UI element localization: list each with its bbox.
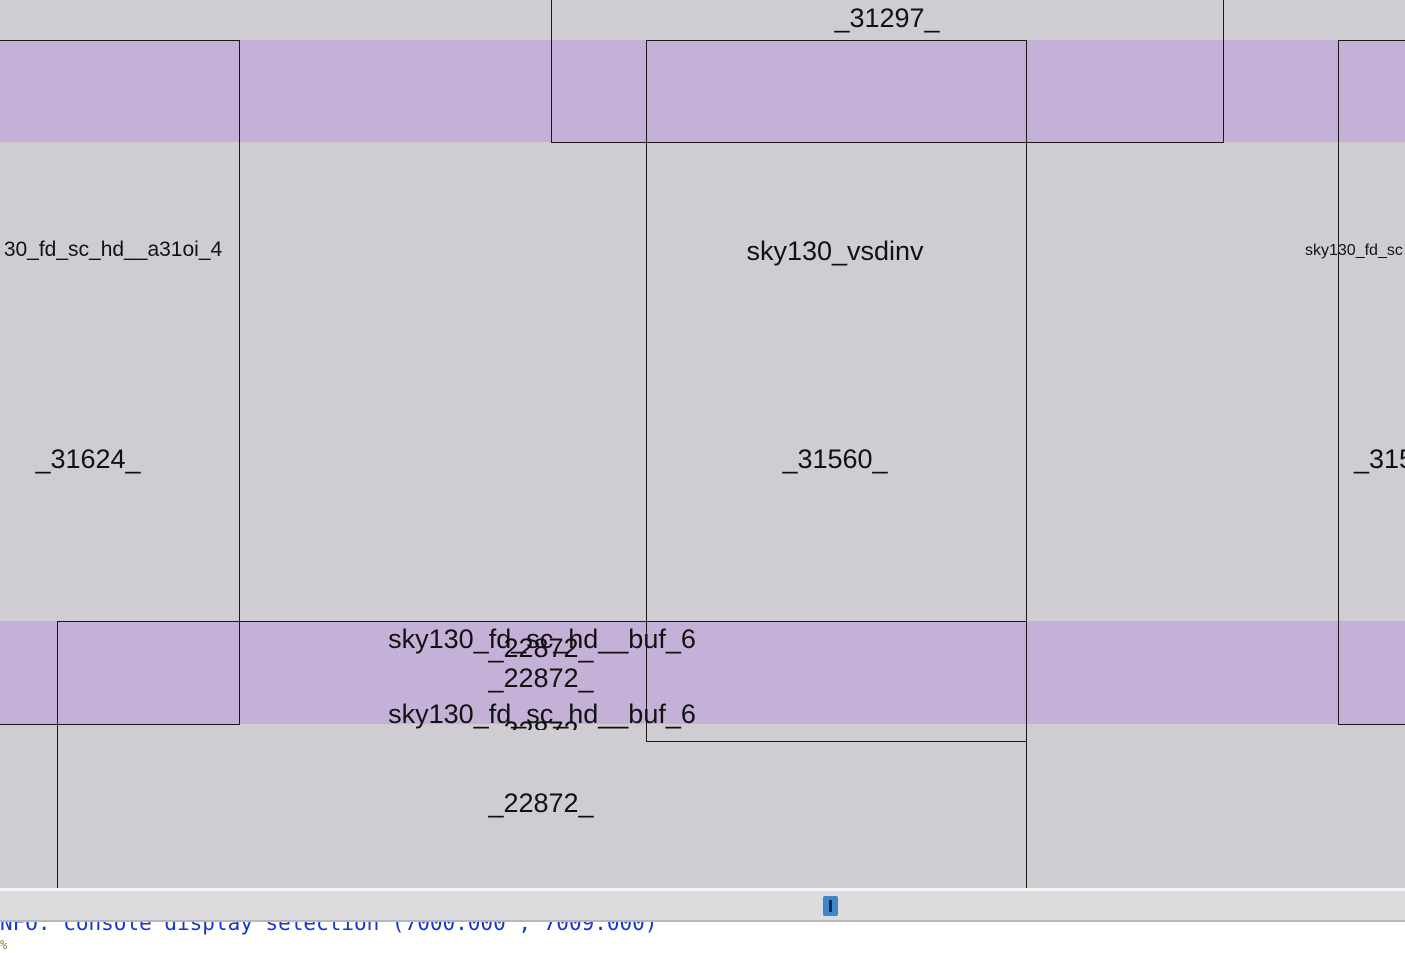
horizontal-scrollbar[interactable] (0, 888, 1405, 922)
master-label-fd-sc-partial: sky130_fd_sc (1305, 242, 1403, 259)
tcl-console[interactable]: NFO: console display selection (7000.000… (0, 922, 1405, 953)
master-label-vsdinv: sky130_vsdinv (746, 236, 924, 266)
cell-315-partial[interactable] (1338, 40, 1405, 725)
console-prompt: % (0, 938, 8, 952)
instance-label-315-partial: _315 (1354, 444, 1405, 474)
instance-label-31560: _31560_ (782, 444, 888, 474)
console-output-line: NFO: console display selection (7000.000… (0, 922, 658, 935)
instance-label-22872-b: _22872_ (488, 663, 594, 693)
layout-canvas[interactable]: _31297_ 30_fd_sc_hd__a31oi_4 _31624_ sky… (0, 0, 1405, 888)
instance-label-22872-a: _22872_ (488, 633, 594, 663)
scrollbar-thumb[interactable] (823, 896, 838, 916)
instance-label-22872-d: _22872_ (488, 788, 594, 818)
instance-label-31297: _31297_ (834, 3, 940, 33)
master-label-a31oi-4: 30_fd_sc_hd__a31oi_4 (3, 238, 223, 261)
instance-label-31624: _31624_ (35, 444, 141, 474)
